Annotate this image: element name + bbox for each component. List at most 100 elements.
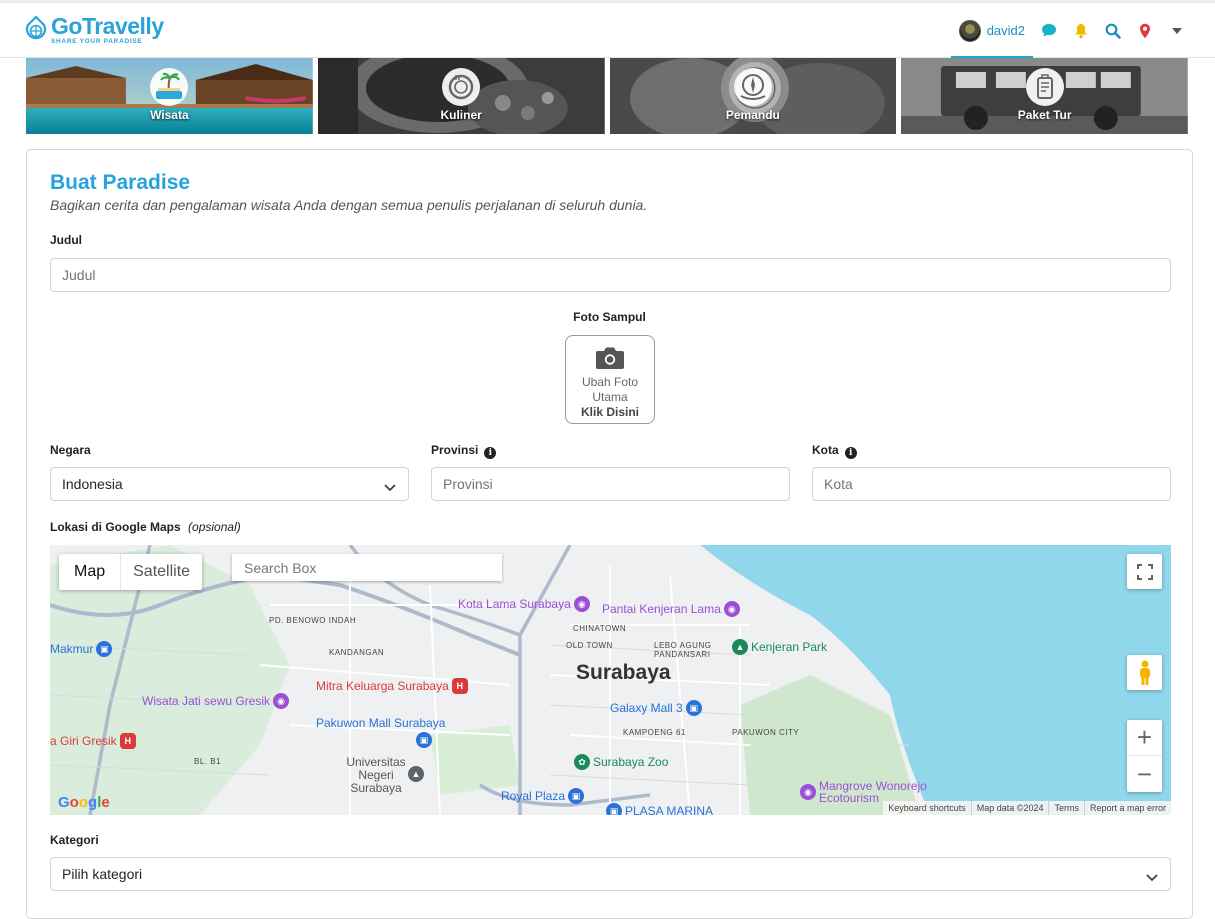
map-type-map-button[interactable]: Map (59, 554, 122, 590)
kategori-label: Kategori (50, 833, 99, 847)
zoom-in-button[interactable]: + (1127, 720, 1162, 756)
shopping-pin-icon: ▣ (606, 803, 622, 815)
category-strip: Wisata Kuliner Pemandu Paket Tur (26, 58, 1188, 134)
fullscreen-icon (1136, 563, 1153, 580)
maps-optional: (opsional) (188, 520, 241, 534)
poi-name: Wisata Jati sewu Gresik (142, 694, 271, 708)
poi-marker[interactable]: Wisata Jati sewu Gresik ◉ (142, 693, 290, 709)
maps-label: Lokasi di Google Maps (opsional) (50, 520, 241, 534)
poi-name: Kenjeran Park (751, 640, 828, 654)
info-icon[interactable]: i (484, 447, 497, 459)
photo-cta: Klik Disini (580, 405, 639, 419)
negara-value: Indonesia (62, 476, 123, 492)
district-label: PAKUWON CITY (732, 728, 800, 737)
search-icon[interactable] (1097, 3, 1129, 58)
district-label: LEBO AGUNG PANDANSARI (654, 641, 712, 659)
provinsi-label: Provinsi i (431, 443, 497, 459)
city-label: Surabaya (576, 661, 671, 684)
poi-marker[interactable]: a Giri Gresik H (50, 733, 136, 749)
kategori-value: Pilih kategori (62, 866, 143, 882)
category-label: Paket Tur (1017, 108, 1072, 122)
provinsi-label-text: Provinsi (431, 443, 479, 457)
district-label: BL. B1 (194, 757, 222, 766)
kota-label: Kota i (812, 443, 857, 459)
bell-icon[interactable] (1065, 3, 1097, 58)
shopping-pin-icon: ▣ (685, 700, 702, 716)
poi-name: Galaxy Mall 3 (610, 701, 683, 715)
provinsi-placeholder: Provinsi (443, 476, 493, 492)
page-title: Buat Paradise (50, 171, 191, 194)
category-wisata[interactable]: Wisata (26, 58, 313, 134)
caret-down-icon[interactable] (1161, 3, 1193, 58)
photo-text-2: Utama (592, 390, 628, 404)
poi-marker[interactable]: Makmur ▣ (50, 641, 113, 657)
terms-link[interactable]: Terms (1048, 801, 1084, 815)
google-map[interactable]: PD. BENOWO INDAH KANDANGAN CHINATOWN OLD… (50, 545, 1171, 815)
poi-marker[interactable]: ▣ PLASA MARINA (606, 803, 713, 815)
poi-marker[interactable]: Pakuwon Mall Surabaya ▣ (316, 716, 445, 748)
photo-text-1: Ubah Foto (581, 375, 639, 389)
maps-label-text: Lokasi di Google Maps (50, 520, 181, 534)
poi-marker[interactable]: ▲ Kenjeran Park (732, 639, 827, 655)
poi-name: Mitra Keluarga Surabaya (316, 679, 449, 693)
google-logo: Google (58, 794, 110, 811)
map-type-satellite-button[interactable]: Satellite (121, 554, 202, 590)
hospital-pin-icon: H (119, 733, 136, 749)
kota-input[interactable]: Kota (812, 467, 1171, 501)
poi-marker[interactable]: Kota Lama Surabaya ◉ (458, 596, 590, 612)
poi-marker[interactable]: Universitas Negeri Surabaya (341, 756, 411, 795)
kota-placeholder: Kota (824, 476, 853, 492)
map-data-text: Map data ©2024 (970, 801, 1049, 815)
shopping-pin-icon: ▣ (416, 732, 432, 748)
street-view-pegman[interactable] (1127, 655, 1162, 690)
map-footer: Keyboard shortcuts Map data ©2024 Terms … (883, 801, 1171, 815)
category-paket-tur[interactable]: Paket Tur (901, 58, 1188, 134)
location-pin-icon[interactable] (1129, 3, 1161, 58)
judul-placeholder: Judul (62, 267, 96, 283)
keyboard-shortcuts-link[interactable]: Keyboard shortcuts (883, 801, 971, 815)
map-search-input[interactable]: Search Box (232, 554, 502, 581)
provinsi-input[interactable]: Provinsi (431, 467, 790, 501)
poi-name: PLASA MARINA (625, 804, 714, 815)
poi-marker[interactable]: ✿ Surabaya Zoo (574, 754, 668, 770)
poi-name: Universitas Negeri Surabaya (346, 755, 406, 795)
pegman-icon (1139, 660, 1150, 685)
poi-marker[interactable]: Pantai Kenjeran Lama ◉ (602, 601, 740, 617)
cover-photo-upload[interactable]: Ubah Foto Utama Klik Disini (565, 335, 655, 424)
kategori-select[interactable]: Pilih kategori (50, 857, 1171, 891)
negara-select[interactable]: Indonesia (50, 467, 409, 501)
poi-marker[interactable]: Galaxy Mall 3 ▣ (610, 700, 702, 716)
district-label: PD. BENOWO INDAH (269, 616, 357, 625)
user-menu[interactable]: david2 (950, 3, 1034, 59)
school-pin-icon: ▲ (408, 766, 424, 782)
info-icon[interactable]: i (844, 447, 857, 459)
fullscreen-button[interactable] (1127, 554, 1162, 589)
brand-logo[interactable]: GoTravelly SHARE YOUR PARADISE (25, 15, 164, 46)
map-search-placeholder: Search Box (244, 559, 317, 576)
logo-globe-icon (25, 15, 47, 44)
zoom-out-button[interactable]: − (1127, 756, 1162, 792)
poi-name: Kota Lama Surabaya (458, 597, 571, 611)
camera-icon (566, 346, 654, 375)
category-kuliner[interactable]: Kuliner (317, 58, 605, 134)
beach-icon (150, 68, 189, 106)
report-error-link[interactable]: Report a map error (1083, 801, 1171, 815)
camera-pin-icon: ◉ (573, 596, 590, 612)
negara-label: Negara (50, 443, 91, 457)
category-pemandu[interactable]: Pemandu (609, 58, 897, 134)
shopping-pin-icon: ▣ (568, 788, 585, 804)
chat-icon[interactable] (1033, 3, 1065, 58)
chevron-down-icon (1146, 869, 1158, 885)
camera-pin-icon: ◉ (800, 784, 816, 800)
brand-name: GoTravelly (51, 13, 164, 39)
tree-pin-icon: ▲ (732, 639, 748, 655)
poi-marker[interactable]: Royal Plaza ▣ (501, 788, 585, 804)
guide-icon (733, 68, 772, 106)
category-label: Wisata (150, 108, 189, 122)
poi-name: Makmur (50, 642, 94, 656)
poi-marker[interactable]: Mitra Keluarga Surabaya H (316, 678, 468, 694)
judul-input[interactable]: Judul (50, 258, 1171, 292)
food-icon (442, 68, 481, 106)
top-navbar: GoTravelly SHARE YOUR PARADISE david2 (0, 0, 1215, 59)
map-type-control: Map Satellite (59, 554, 203, 590)
